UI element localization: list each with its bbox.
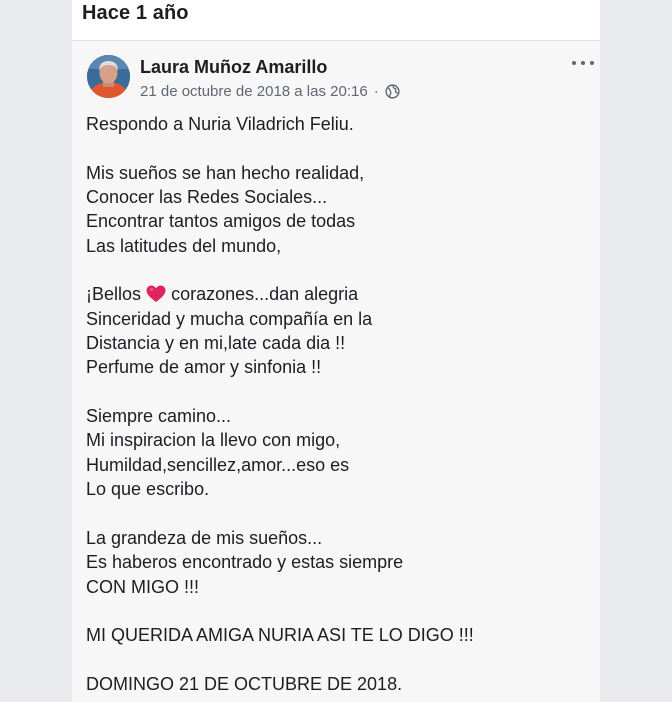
post-line: Distancia y en mi,late cada dia !!	[86, 333, 346, 354]
post-timestamp[interactable]: 21 de octubre de 2018 a las 20:16	[140, 83, 368, 100]
post-line: La grandeza de mis sueños...	[86, 527, 323, 548]
post-line: Respondo a Nuria Viladrich Feliu.	[86, 114, 354, 134]
post-line: Siempre camino...	[86, 406, 232, 427]
globe-icon	[385, 84, 400, 99]
post-line: Es haberos encontrado y estas siempre	[86, 552, 404, 573]
heart-emoji	[146, 285, 166, 303]
more-options-icon[interactable]	[572, 54, 594, 72]
post-line: Las latitudes del mundo,	[86, 235, 282, 256]
post-line: Lo que escribo.	[86, 479, 210, 500]
post-line: Encontrar tantos amigos de todas	[86, 211, 356, 232]
meta-separator: ·	[373, 83, 379, 100]
post-meta: 21 de octubre de 2018 a las 20:16 ·	[140, 83, 400, 100]
post-line-part: corazones...dan alegria	[171, 284, 359, 305]
post-line: Humildad,sencillez,amor...eso es	[86, 454, 350, 475]
post-line: DOMINGO 21 DE OCTUBRE DE 2018.	[86, 673, 403, 694]
post-line: CON MIGO !!!	[86, 576, 200, 597]
author-name[interactable]: Laura Muñoz Amarillo	[140, 57, 327, 78]
post-line: ¡Bellos corazones...dan alegria	[86, 282, 586, 306]
post-line: MI QUERIDA AMIGA NURIA ASI TE LO DIGO !!…	[86, 625, 474, 646]
post-line: Mi inspiracion la llevo con migo,	[86, 430, 341, 451]
post-text: Respondo a Nuria Viladrich Feliu. Mis su…	[86, 112, 586, 696]
post-line: Mis sueños se han hecho realidad,	[86, 162, 365, 183]
author-avatar[interactable]	[87, 55, 130, 98]
post-line: Perfume de amor y sinfonia !!	[86, 357, 322, 378]
post-line: Sinceridad y mucha compañía en la	[86, 308, 373, 329]
post-line: Conocer las Redes Sociales...	[86, 187, 328, 208]
post-line-part: ¡Bellos	[86, 284, 142, 305]
memories-section-title: Hace 1 año	[82, 2, 189, 24]
